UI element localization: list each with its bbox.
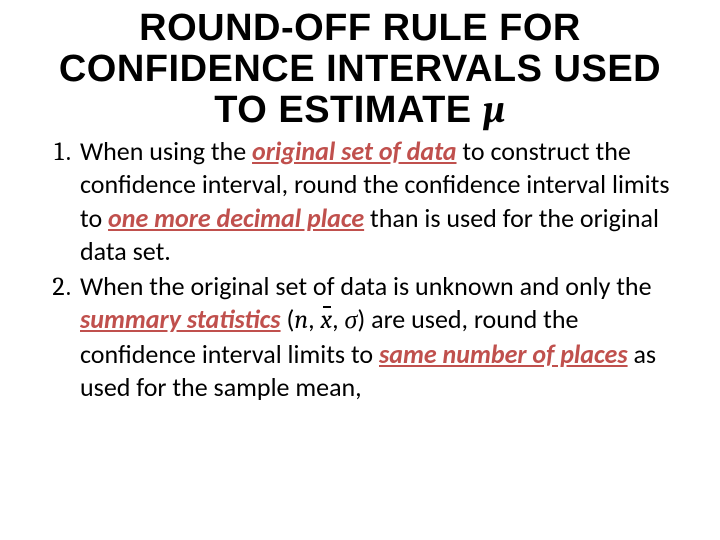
- title-line-1: ROUND-OFF RULE FOR: [139, 7, 581, 49]
- comma: ,: [308, 303, 320, 335]
- mu-symbol: µ: [483, 88, 506, 132]
- title-line-3-prefix: TO ESTIMATE: [214, 89, 483, 131]
- title-line-2: CONFIDENCE INTERVALS USED: [59, 48, 661, 90]
- paren-open: (: [281, 303, 295, 335]
- rules-list: When using the original set of data to c…: [18, 135, 702, 404]
- paren-close: ): [357, 303, 371, 335]
- text: When the original set of data is unknown…: [80, 270, 652, 302]
- symbol-n: n: [294, 305, 308, 335]
- slide: ROUND-OFF RULE FOR CONFIDENCE INTERVALS …: [0, 0, 720, 540]
- emphasis-same-number-places: same number of places: [379, 338, 628, 370]
- symbol-x-bar: x: [321, 304, 333, 337]
- emphasis-original-data: original set of data: [252, 135, 456, 167]
- emphasis-summary-statistics: summary statistics: [80, 303, 281, 335]
- text: When using the: [80, 135, 252, 167]
- symbol-sigma: σ: [345, 305, 358, 335]
- rule-item-1: When using the original set of data to c…: [76, 135, 692, 268]
- slide-title: ROUND-OFF RULE FOR CONFIDENCE INTERVALS …: [18, 8, 702, 131]
- comma: ,: [332, 303, 344, 335]
- emphasis-one-more-decimal: one more decimal place: [108, 202, 364, 234]
- rule-item-2: When the original set of data is unknown…: [76, 270, 692, 404]
